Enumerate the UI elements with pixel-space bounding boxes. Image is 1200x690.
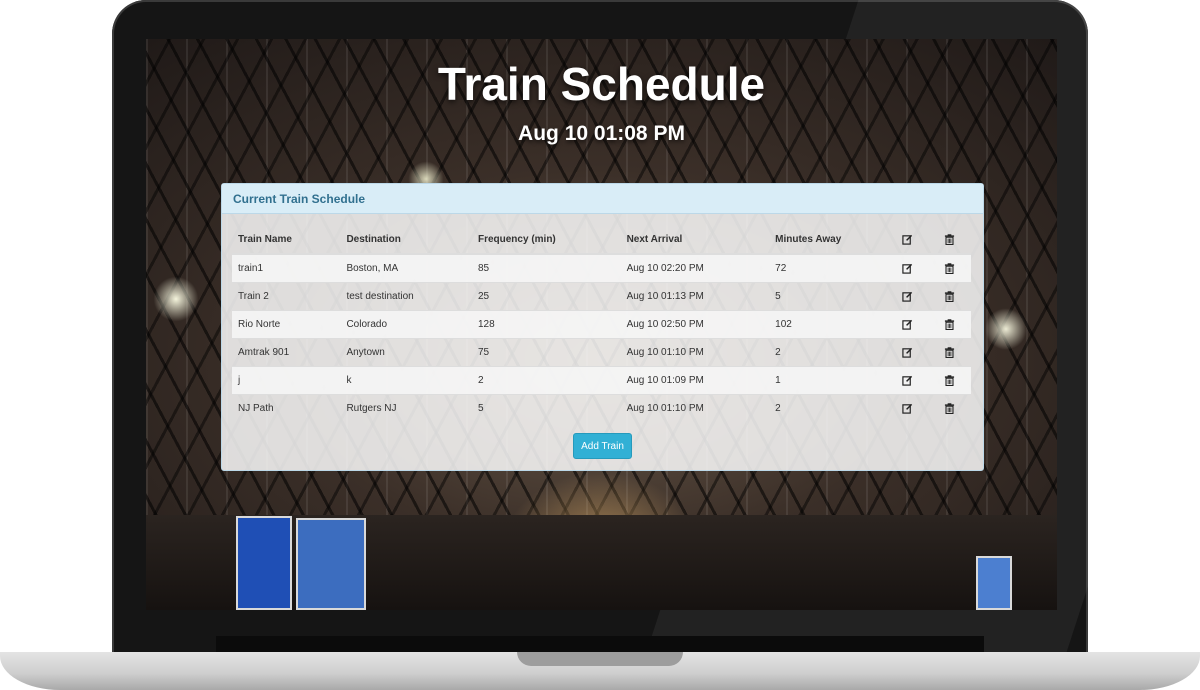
frequency-cell: 85 bbox=[471, 253, 621, 283]
table-row: Train 2 test destination 25 Aug 10 01:13 PM… bbox=[232, 282, 971, 311]
train-name-cell: j bbox=[232, 366, 341, 395]
delete-column-header bbox=[928, 226, 971, 255]
delete-button[interactable] bbox=[928, 366, 971, 395]
edit-icon[interactable] bbox=[902, 403, 913, 414]
laptop-hinge bbox=[216, 636, 984, 652]
edit-icon[interactable] bbox=[902, 319, 913, 330]
next-arrival-cell: Aug 10 01:09 PM bbox=[620, 366, 770, 395]
trash-icon[interactable] bbox=[944, 347, 955, 359]
minutes-away-cell: 72 bbox=[769, 253, 887, 283]
train-name-cell: Rio Norte bbox=[232, 310, 341, 339]
train-name-cell: Amtrak 901 bbox=[232, 338, 341, 367]
delete-button[interactable] bbox=[928, 282, 971, 311]
station-sign-mid bbox=[296, 518, 366, 610]
trash-icon[interactable] bbox=[944, 263, 955, 275]
table-row: train1 Boston, MA 85 Aug 10 02:20 PM 72 bbox=[232, 253, 971, 283]
trash-icon bbox=[945, 234, 955, 246]
next-arrival-cell: Aug 10 01:13 PM bbox=[620, 282, 770, 311]
minutes-away-cell: 102 bbox=[769, 310, 887, 339]
edit-button[interactable] bbox=[886, 282, 929, 311]
destination-cell: Colorado bbox=[340, 310, 472, 339]
frequency-cell: 75 bbox=[471, 338, 621, 367]
delete-button[interactable] bbox=[928, 310, 971, 339]
next-arrival-cell: Aug 10 01:10 PM bbox=[620, 394, 770, 422]
trash-icon[interactable] bbox=[944, 291, 955, 303]
edit-button[interactable] bbox=[886, 338, 929, 367]
trash-icon[interactable] bbox=[944, 319, 955, 331]
delete-button[interactable] bbox=[928, 253, 971, 283]
minutes-away-cell: 1 bbox=[769, 366, 887, 395]
table-row: NJ Path Rutgers NJ 5 Aug 10 01:10 PM 2 bbox=[232, 394, 971, 422]
minutes-away-cell: 5 bbox=[769, 282, 887, 311]
next-arrival-cell: Aug 10 02:50 PM bbox=[620, 310, 770, 339]
column-header: Next Arrival bbox=[620, 226, 770, 255]
edit-icon[interactable] bbox=[902, 375, 913, 386]
schedule-panel: Current Train Schedule Train Name Destin… bbox=[221, 183, 984, 471]
destination-cell: Rutgers NJ bbox=[340, 394, 472, 422]
minutes-away-cell: 2 bbox=[769, 394, 887, 422]
current-time: Aug 10 01:08 PM bbox=[518, 122, 685, 145]
panel-heading: Current Train Schedule bbox=[222, 184, 983, 214]
destination-cell: test destination bbox=[340, 282, 472, 311]
destination-cell: Boston, MA bbox=[340, 253, 472, 283]
delete-button[interactable] bbox=[928, 394, 971, 422]
edit-icon bbox=[902, 234, 913, 245]
schedule-table: Train Name Destination Frequency (min) N… bbox=[232, 226, 971, 422]
edit-button[interactable] bbox=[886, 366, 929, 395]
table-row: Amtrak 901 Anytown 75 Aug 10 01:10 PM 2 bbox=[232, 338, 971, 367]
frequency-cell: 25 bbox=[471, 282, 621, 311]
destination-cell: Anytown bbox=[340, 338, 472, 367]
train-name-cell: Train 2 bbox=[232, 282, 341, 311]
column-header: Minutes Away bbox=[769, 226, 887, 255]
trash-icon[interactable] bbox=[944, 403, 955, 415]
frequency-cell: 5 bbox=[471, 394, 621, 422]
train-name-cell: NJ Path bbox=[232, 394, 341, 422]
edit-button[interactable] bbox=[886, 253, 929, 283]
page-title: Train Schedule bbox=[437, 58, 766, 110]
trash-icon[interactable] bbox=[944, 375, 955, 387]
edit-button[interactable] bbox=[886, 310, 929, 339]
column-header: Frequency (min) bbox=[471, 226, 621, 255]
station-sign-right bbox=[976, 556, 1012, 610]
app-screen: Train Schedule Aug 10 01:08 PM Current T… bbox=[146, 39, 1057, 610]
train-name-cell: train1 bbox=[232, 253, 341, 283]
destination-cell: k bbox=[340, 366, 472, 395]
next-arrival-cell: Aug 10 02:20 PM bbox=[620, 253, 770, 283]
edit-icon[interactable] bbox=[902, 347, 913, 358]
edit-icon[interactable] bbox=[902, 291, 913, 302]
frequency-cell: 2 bbox=[471, 366, 621, 395]
laptop-notch bbox=[517, 652, 683, 666]
edit-column-header bbox=[886, 226, 929, 255]
table-header-row: Train Name Destination Frequency (min) N… bbox=[232, 226, 971, 255]
edit-button[interactable] bbox=[886, 394, 929, 422]
minutes-away-cell: 2 bbox=[769, 338, 887, 367]
edit-icon[interactable] bbox=[902, 263, 913, 274]
table-row: j k 2 Aug 10 01:09 PM 1 bbox=[232, 366, 971, 395]
frequency-cell: 128 bbox=[471, 310, 621, 339]
delete-button[interactable] bbox=[928, 338, 971, 367]
table-row: Rio Norte Colorado 128 Aug 10 02:50 PM 102 bbox=[232, 310, 971, 339]
column-header: Train Name bbox=[232, 226, 341, 255]
next-arrival-cell: Aug 10 01:10 PM bbox=[620, 338, 770, 367]
station-sign-left bbox=[236, 516, 292, 610]
column-header: Destination bbox=[340, 226, 472, 255]
add-train-button[interactable]: Add Train bbox=[573, 433, 632, 459]
